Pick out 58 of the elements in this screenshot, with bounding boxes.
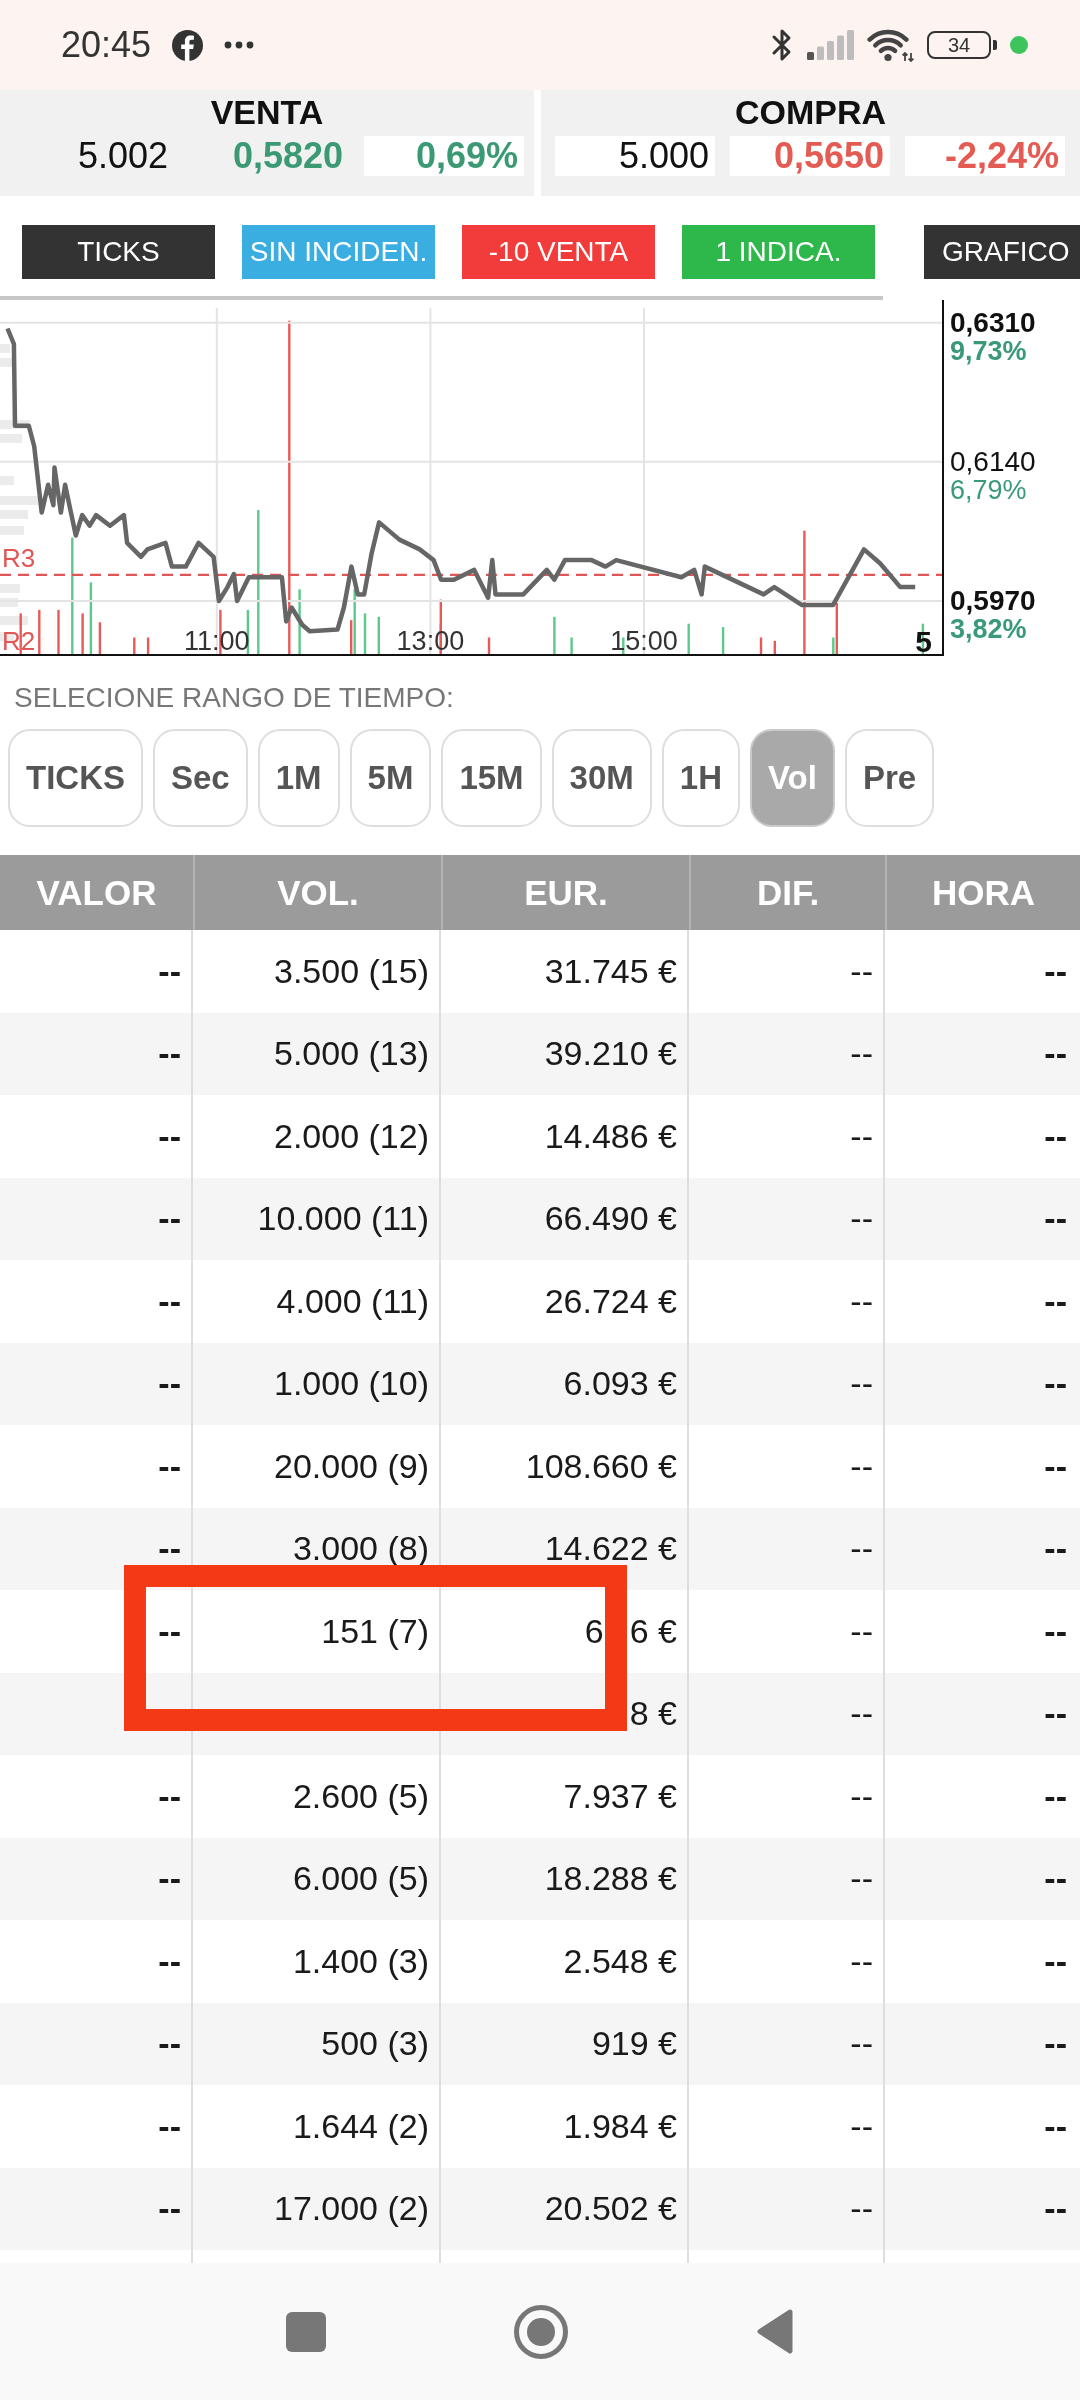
table-cell-text: -- <box>1043 1115 1068 1157</box>
quote-value: 0,5650 <box>730 136 890 176</box>
range-button[interactable]: Sec <box>153 729 248 827</box>
cell-text-fragment: 6 <box>584 1611 604 1651</box>
range-button[interactable]: Pre <box>844 729 935 827</box>
range-button[interactable]: TICKS <box>8 729 143 827</box>
table-cell: -- <box>689 2167 885 2250</box>
indicator-tag[interactable]: -10 VENTA <box>462 225 655 279</box>
percent-axis-label: 3,82% <box>950 614 1027 644</box>
table-cell-text: -- <box>1043 1528 1068 1570</box>
price-axis-label: 0,6310 <box>950 307 1036 339</box>
square-icon[interactable] <box>286 2311 326 2352</box>
table-cell-text: -- <box>1043 1940 1068 1982</box>
indicator-tag[interactable]: TICKS <box>22 225 215 279</box>
table-cell: 20.502 € <box>441 2167 689 2250</box>
quote-value: -2,24% <box>905 136 1065 176</box>
status-dot-icon <box>1010 36 1028 54</box>
table-cell-text: -- <box>1043 2023 1068 2065</box>
clock-time: 20:45 <box>61 25 152 65</box>
range-button[interactable]: 5M <box>349 729 432 827</box>
panel-title: VENTA <box>209 95 325 129</box>
table-cell-text: -- <box>1043 1858 1068 1900</box>
table-cell: 17.000 (2) <box>193 2167 441 2250</box>
facebook-icon <box>172 29 204 61</box>
panel-title: COMPRA <box>733 95 888 129</box>
table-cell-text: -- <box>1043 1610 1068 1652</box>
indicator-tag[interactable]: GRAFICO <box>924 225 1080 279</box>
level-label: R3 <box>2 542 36 573</box>
range-button[interactable]: 15M <box>441 729 542 827</box>
quote-value: 0,5820 <box>231 136 344 176</box>
range-button[interactable]: 1H <box>661 729 740 827</box>
range-button[interactable]: 30M <box>551 729 652 827</box>
table-cell-text: -- <box>1043 1033 1068 1075</box>
more-dots-icon <box>224 41 255 49</box>
wifi-icon <box>867 28 914 62</box>
table-cell: -- <box>0 2167 193 2250</box>
table-cell-text: -- <box>1043 1445 1068 1487</box>
table-cell-text: -- <box>1043 1775 1068 1817</box>
x-axis-label: 15:00 <box>610 626 678 656</box>
price-axis-label: 0,5970 <box>950 585 1036 617</box>
quote-value: 5.000 <box>555 136 715 176</box>
back-icon[interactable] <box>756 2309 794 2354</box>
table-cell-text: -- <box>1043 1363 1068 1405</box>
battery-level-text: 34 <box>947 35 971 55</box>
home-icon[interactable] <box>514 2304 568 2359</box>
table-cell-text: -- <box>1043 1198 1068 1240</box>
table-cell-text: -- <box>1043 1693 1068 1735</box>
quote-value: 5.002 <box>76 136 169 176</box>
signal-icon <box>807 30 854 60</box>
table-cell-text: -- <box>1043 2105 1068 2147</box>
table-cell-text: -- <box>1043 1280 1068 1322</box>
table-cell-text: -- <box>1043 2188 1068 2230</box>
range-label: SELECIONE RANGO DE TIEMPO: <box>14 682 455 714</box>
table-cell-text: -- <box>1043 950 1068 992</box>
cell-text-fragment: 6 € <box>629 1611 677 1651</box>
column-header: VALOR <box>35 871 158 914</box>
quote-value: 0,69% <box>364 136 524 176</box>
range-button[interactable]: 1M <box>257 729 340 827</box>
